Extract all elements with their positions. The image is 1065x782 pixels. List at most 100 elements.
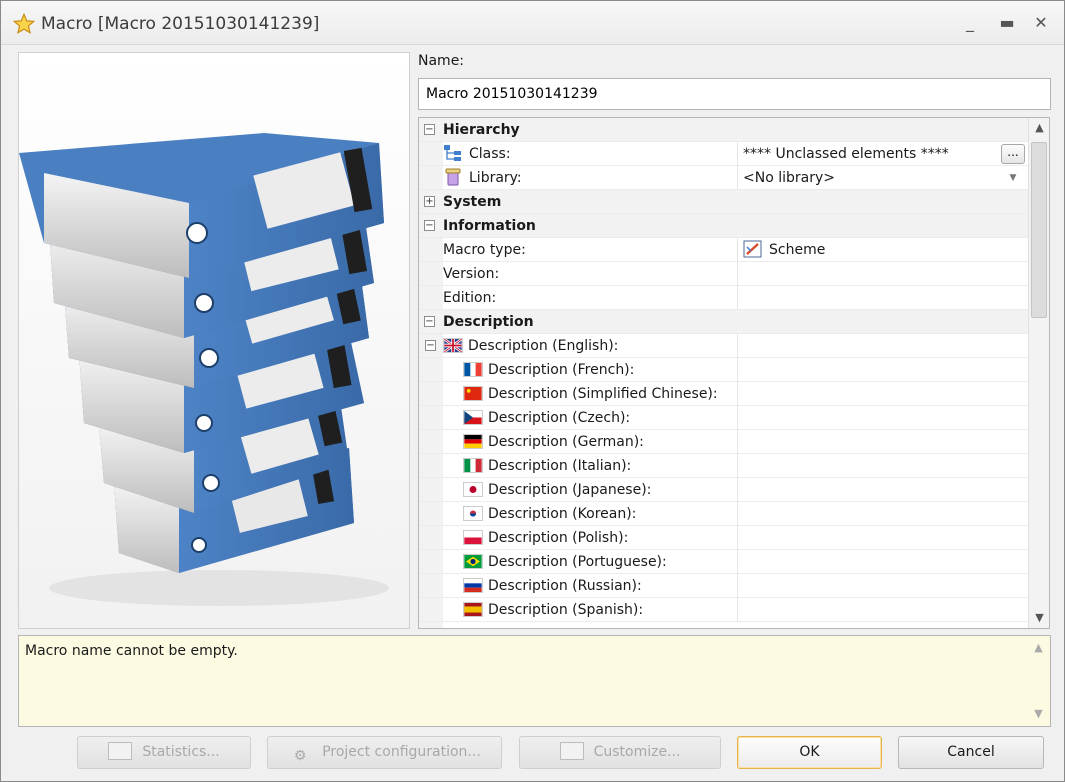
description-language-value[interactable] — [743, 382, 1028, 406]
library-dropdown-arrow-icon[interactable]: ▼ — [1004, 169, 1022, 187]
category-information[interactable]: − Information — [419, 214, 1028, 238]
scroll-up-icon[interactable]: ▲ — [1029, 118, 1050, 138]
system-expand-icon[interactable]: + — [424, 196, 435, 207]
class-label: Class: — [469, 146, 511, 162]
ok-button[interactable]: OK — [737, 736, 882, 769]
binders-illustration — [19, 53, 409, 628]
description-english-value[interactable] — [743, 334, 1028, 358]
flag-br-icon — [463, 554, 483, 569]
description-language-label: Description (Simplified Chinese): — [488, 386, 718, 402]
library-label: Library: — [469, 170, 522, 186]
flag-fr-icon — [463, 362, 483, 377]
category-hierarchy[interactable]: − Hierarchy — [419, 118, 1028, 142]
description-language-name: Description (German): — [443, 430, 738, 454]
description-language-value[interactable] — [743, 430, 1028, 454]
property-description-language[interactable]: Description (French): — [419, 358, 1028, 382]
description-language-label: Description (Spanish): — [488, 602, 644, 618]
property-description-language[interactable]: Description (Czech): — [419, 406, 1028, 430]
minimize-button[interactable]: _ — [959, 13, 981, 35]
macro-type-label: Macro type: — [443, 238, 738, 262]
name-input[interactable] — [418, 78, 1051, 110]
property-description-language[interactable]: Description (Japanese): — [419, 478, 1028, 502]
flag-cz-icon — [463, 410, 483, 425]
category-hierarchy-label: Hierarchy — [443, 122, 520, 138]
english-collapse-icon[interactable]: − — [425, 340, 436, 351]
description-language-value[interactable] — [743, 574, 1028, 598]
class-value[interactable]: **** Unclassed elements **** — [743, 142, 1028, 166]
property-library[interactable]: Library: <No library> — [419, 166, 1028, 190]
statistics-button-label: Statistics... — [142, 744, 220, 760]
property-grid: − Hierarchy Class: **** Unclassed elemen… — [418, 117, 1050, 629]
message-panel: Macro name cannot be empty. ▲ ▼ — [18, 635, 1051, 727]
description-language-value[interactable] — [743, 454, 1028, 478]
property-description-language[interactable]: Description (Spanish): — [419, 598, 1028, 622]
flag-pl-icon — [463, 530, 483, 545]
property-version[interactable]: Version: — [419, 262, 1028, 286]
category-description-label: Description — [443, 314, 534, 330]
hierarchy-collapse-icon[interactable]: − — [424, 124, 435, 135]
message-scroll-up-icon[interactable]: ▲ — [1028, 638, 1049, 658]
category-system-label: System — [443, 194, 502, 210]
information-collapse-icon[interactable]: − — [424, 220, 435, 231]
library-icon — [445, 168, 461, 186]
macro-type-value[interactable]: Scheme — [743, 238, 1028, 262]
flag-jp-icon — [463, 482, 483, 497]
description-language-value[interactable] — [743, 502, 1028, 526]
property-class-name: Class: — [443, 142, 738, 166]
description-language-name: Description (Czech): — [443, 406, 738, 430]
customize-button[interactable]: Customize... — [519, 736, 721, 769]
description-language-name: Description (Korean): — [443, 502, 738, 526]
property-description-language[interactable]: Description (Italian): — [419, 454, 1028, 478]
edition-value[interactable] — [743, 286, 1028, 310]
property-description-language[interactable]: Description (Russian): — [419, 574, 1028, 598]
property-description-english[interactable]: − Description (English): — [419, 334, 1028, 358]
customize-button-label: Customize... — [593, 744, 681, 760]
description-language-name: Description (Spanish): — [443, 598, 738, 622]
description-language-value[interactable] — [743, 406, 1028, 430]
scroll-thumb[interactable] — [1031, 142, 1047, 318]
version-label: Version: — [443, 262, 738, 286]
property-description-language[interactable]: Description (Portuguese): — [419, 550, 1028, 574]
message-scroll-down-icon[interactable]: ▼ — [1028, 704, 1049, 724]
property-description-language[interactable]: Description (Simplified Chinese): — [419, 382, 1028, 406]
cancel-button[interactable]: Cancel — [898, 736, 1044, 769]
flag-uk-icon — [443, 338, 463, 353]
description-language-label: Description (Korean): — [488, 506, 637, 522]
property-class[interactable]: Class: **** Unclassed elements **** — [419, 142, 1028, 166]
description-language-value[interactable] — [743, 550, 1028, 574]
description-collapse-icon[interactable]: − — [424, 316, 435, 327]
flag-cn-icon — [463, 386, 483, 401]
description-language-name: Description (Polish): — [443, 526, 738, 550]
project-configuration-button-label: Project configuration... — [322, 744, 481, 760]
version-value[interactable] — [743, 262, 1028, 286]
description-language-value[interactable] — [743, 358, 1028, 382]
description-language-value[interactable] — [743, 526, 1028, 550]
class-browse-button[interactable]: ... — [1001, 144, 1025, 164]
maximize-button[interactable]: ▬ — [996, 13, 1018, 35]
category-system[interactable]: + System — [419, 190, 1028, 214]
class-tree-icon — [444, 145, 461, 161]
description-english-label: Description (English): — [468, 338, 619, 354]
flag-es-icon — [463, 602, 483, 617]
macro-image-panel — [18, 52, 410, 629]
description-language-label: Description (Russian): — [488, 578, 642, 594]
statistics-icon — [108, 742, 133, 760]
description-language-value[interactable] — [743, 478, 1028, 502]
scroll-down-icon[interactable]: ▼ — [1029, 608, 1050, 628]
library-value[interactable]: <No library> — [743, 166, 1028, 190]
property-edition[interactable]: Edition: — [419, 286, 1028, 310]
property-description-language[interactable]: Description (German): — [419, 430, 1028, 454]
name-label: Name: — [418, 53, 465, 69]
property-macro-type[interactable]: Macro type: Scheme — [419, 238, 1028, 262]
close-button[interactable]: ✕ — [1030, 13, 1052, 35]
property-description-language[interactable]: Description (Polish): — [419, 526, 1028, 550]
category-description[interactable]: − Description — [419, 310, 1028, 334]
description-english-name: Description (English): — [443, 334, 738, 358]
project-configuration-button[interactable]: ⚙ Project configuration... — [267, 736, 502, 769]
title-bar[interactable]: Macro [Macro 20151030141239] _ ▬ ✕ — [1, 1, 1064, 45]
property-grid-scrollbar[interactable]: ▲ ▼ — [1028, 118, 1049, 628]
message-scrollbar[interactable]: ▲ ▼ — [1028, 636, 1050, 726]
property-description-language[interactable]: Description (Korean): — [419, 502, 1028, 526]
description-language-value[interactable] — [743, 598, 1028, 622]
statistics-button[interactable]: Statistics... — [77, 736, 251, 769]
